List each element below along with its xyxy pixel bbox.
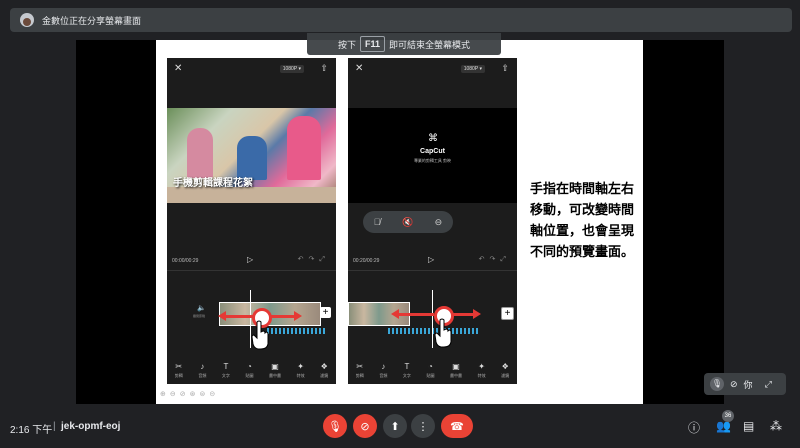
presenter-avatar bbox=[20, 13, 34, 27]
tool-pip: ▣ 畫中畫 bbox=[450, 361, 463, 378]
slide-mini-toolbar-icons: ⊕⊖⊘⊛⊜⊝ bbox=[160, 391, 220, 398]
close-icon: ✕ bbox=[174, 63, 183, 74]
people-count-badge: 36 bbox=[722, 410, 734, 422]
close-icon: ✕ bbox=[355, 63, 364, 74]
mic-off-icon: 🎙 bbox=[710, 377, 724, 391]
camera-toggle-button[interactable]: ⊘ bbox=[353, 414, 377, 438]
audio-waveform bbox=[388, 328, 478, 334]
more-options-button[interactable]: ⋮ bbox=[411, 414, 435, 438]
capcut-splash: ⌘ CapCut 專業的剪輯工具 剪映 bbox=[348, 108, 517, 203]
hint-post: 即可結束全螢幕模式 bbox=[389, 39, 471, 50]
capcut-logo-icon: ⌘ bbox=[428, 133, 438, 144]
timeline-ruler bbox=[167, 270, 336, 277]
fullscreen-hint: 按下 F11 即可結束全螢幕模式 bbox=[307, 33, 501, 55]
minus-circle-icon: ⊖ bbox=[434, 216, 443, 227]
undo-redo-icons: ↶↷⤢ bbox=[297, 256, 330, 263]
speaker-icon: 🔈 bbox=[197, 305, 206, 312]
meeting-info-icon[interactable]: ⓘ bbox=[688, 419, 700, 436]
f11-key: F11 bbox=[359, 36, 385, 52]
resolution-select: 1080P ▾ bbox=[460, 65, 485, 73]
timeline-ruler bbox=[348, 270, 517, 277]
export-icon: ⇧ bbox=[501, 63, 509, 73]
camera-off-icon: ⊘ bbox=[730, 378, 738, 389]
left-arrow-icon bbox=[218, 311, 255, 321]
tool-text: T 文字 bbox=[402, 361, 411, 378]
tool-audio: ♪ 音頻 bbox=[198, 361, 207, 378]
audio-waveform bbox=[267, 328, 327, 334]
present-screen-icon: ⬆ bbox=[390, 420, 400, 433]
time-readout: 00:20/00:29 bbox=[353, 258, 380, 264]
tool-audio: ♪ 音頻 bbox=[379, 361, 388, 378]
camera-off-icon: ⊘ bbox=[360, 420, 370, 433]
add-clip-icon: + bbox=[501, 307, 514, 320]
capcut-name: CapCut bbox=[420, 148, 445, 155]
phone-toolbar: ✂ 剪輯 ♪ 音頻 T 文字 ◔ 貼圖 ▣ 畫中畫 ✦ 特效 ❖ 濾鏡 bbox=[167, 356, 336, 384]
tool-edit: ✂ 剪輯 bbox=[355, 361, 364, 378]
tool-pip: ▣ 畫中畫 bbox=[269, 361, 282, 378]
meeting-clock: 2:16 下午 bbox=[10, 425, 53, 436]
mic-toggle-button[interactable]: 🎙 bbox=[323, 414, 347, 438]
add-clip-icon: + bbox=[320, 307, 331, 318]
activities-icon[interactable]: ⁂ bbox=[770, 419, 782, 433]
play-icon: ▷ bbox=[428, 255, 435, 264]
meeting-code: jek-opmf-eoj bbox=[61, 421, 121, 432]
preview-photo: 手機剪輯課程花絮 bbox=[167, 108, 336, 203]
volume-off-icon: 🔇 bbox=[401, 216, 414, 227]
present-button[interactable]: ⬆ bbox=[383, 414, 407, 438]
phone-screenshot-right: ✕ 1080P ▾ ⇧ ⌘ CapCut 專業的剪輯工具 剪映 🎙̸ 🔇 ⊖ 0… bbox=[348, 58, 517, 384]
self-view-tile[interactable]: 🎙 ⊘ 你 ⤢ bbox=[704, 373, 786, 395]
resolution-select: 1080P ▾ bbox=[279, 65, 304, 73]
phone-screenshot-left: ✕ 1080P ▾ ⇧ 手機剪輯課程花絮 00:00/00:29 ▷ ↶↷⤢ 🔈… bbox=[167, 58, 336, 384]
mute-original-label: 關閉原聲 bbox=[193, 314, 206, 318]
hand-pointer-icon bbox=[251, 320, 269, 350]
chat-icon[interactable]: ▤ bbox=[743, 419, 754, 433]
play-icon: ▷ bbox=[247, 255, 254, 264]
mic-off-icon: 🎙̸ bbox=[373, 217, 381, 227]
tool-filter: ❖ 濾鏡 bbox=[501, 361, 510, 378]
tool-sticker: ◔ 貼圖 bbox=[245, 361, 254, 378]
tool-effects: ✦ 特效 bbox=[296, 361, 305, 378]
tool-text: T 文字 bbox=[221, 361, 230, 378]
leave-call-button[interactable]: ☎ bbox=[441, 414, 473, 438]
tool-filter: ❖ 濾鏡 bbox=[320, 361, 329, 378]
playhead bbox=[432, 290, 433, 348]
undo-redo-icons: ↶↷⤢ bbox=[478, 256, 511, 263]
tool-edit: ✂ 剪輯 bbox=[174, 361, 183, 378]
phone-top-bar: ✕ 1080P ▾ ⇧ bbox=[348, 58, 517, 80]
sharing-banner-text: 金數位正在分享螢幕畫面 bbox=[42, 15, 142, 26]
tool-sticker: ◔ 貼圖 bbox=[426, 361, 435, 378]
export-icon: ⇧ bbox=[320, 63, 328, 73]
slide-body-text: 手指在時間軸左右移動，可改變時間軸位置，也會呈現不同的預覽畫面。 bbox=[530, 181, 635, 259]
left-arrow-icon bbox=[391, 309, 434, 319]
tool-effects: ✦ 特效 bbox=[477, 361, 486, 378]
capcut-subtitle: 專業的剪輯工具 剪映 bbox=[413, 158, 452, 163]
time-readout: 00:00/00:29 bbox=[172, 258, 199, 264]
separator: | bbox=[53, 421, 56, 432]
phone-top-bar: ✕ 1080P ▾ ⇧ bbox=[167, 58, 336, 80]
sharing-banner: 金數位正在分享螢幕畫面 bbox=[10, 8, 792, 32]
phone-toolbar: ✂ 剪輯 ♪ 音頻 T 文字 ◔ 貼圖 ▣ 畫中畫 ✦ 特效 ❖ 濾鏡 bbox=[348, 356, 517, 384]
meet-overlay-controls: 🎙̸ 🔇 ⊖ bbox=[363, 211, 453, 233]
hint-pre: 按下 bbox=[337, 39, 356, 50]
mic-off-icon: 🎙 bbox=[328, 420, 342, 433]
hand-pointer-icon bbox=[434, 318, 452, 348]
more-vert-icon: ⋮ bbox=[417, 420, 429, 433]
phone-hangup-icon: ☎ bbox=[450, 420, 464, 433]
preview-caption: 手機剪輯課程花絮 bbox=[173, 178, 253, 189]
expand-icon[interactable]: ⤢ bbox=[765, 379, 772, 390]
self-label: 你 bbox=[743, 379, 753, 390]
